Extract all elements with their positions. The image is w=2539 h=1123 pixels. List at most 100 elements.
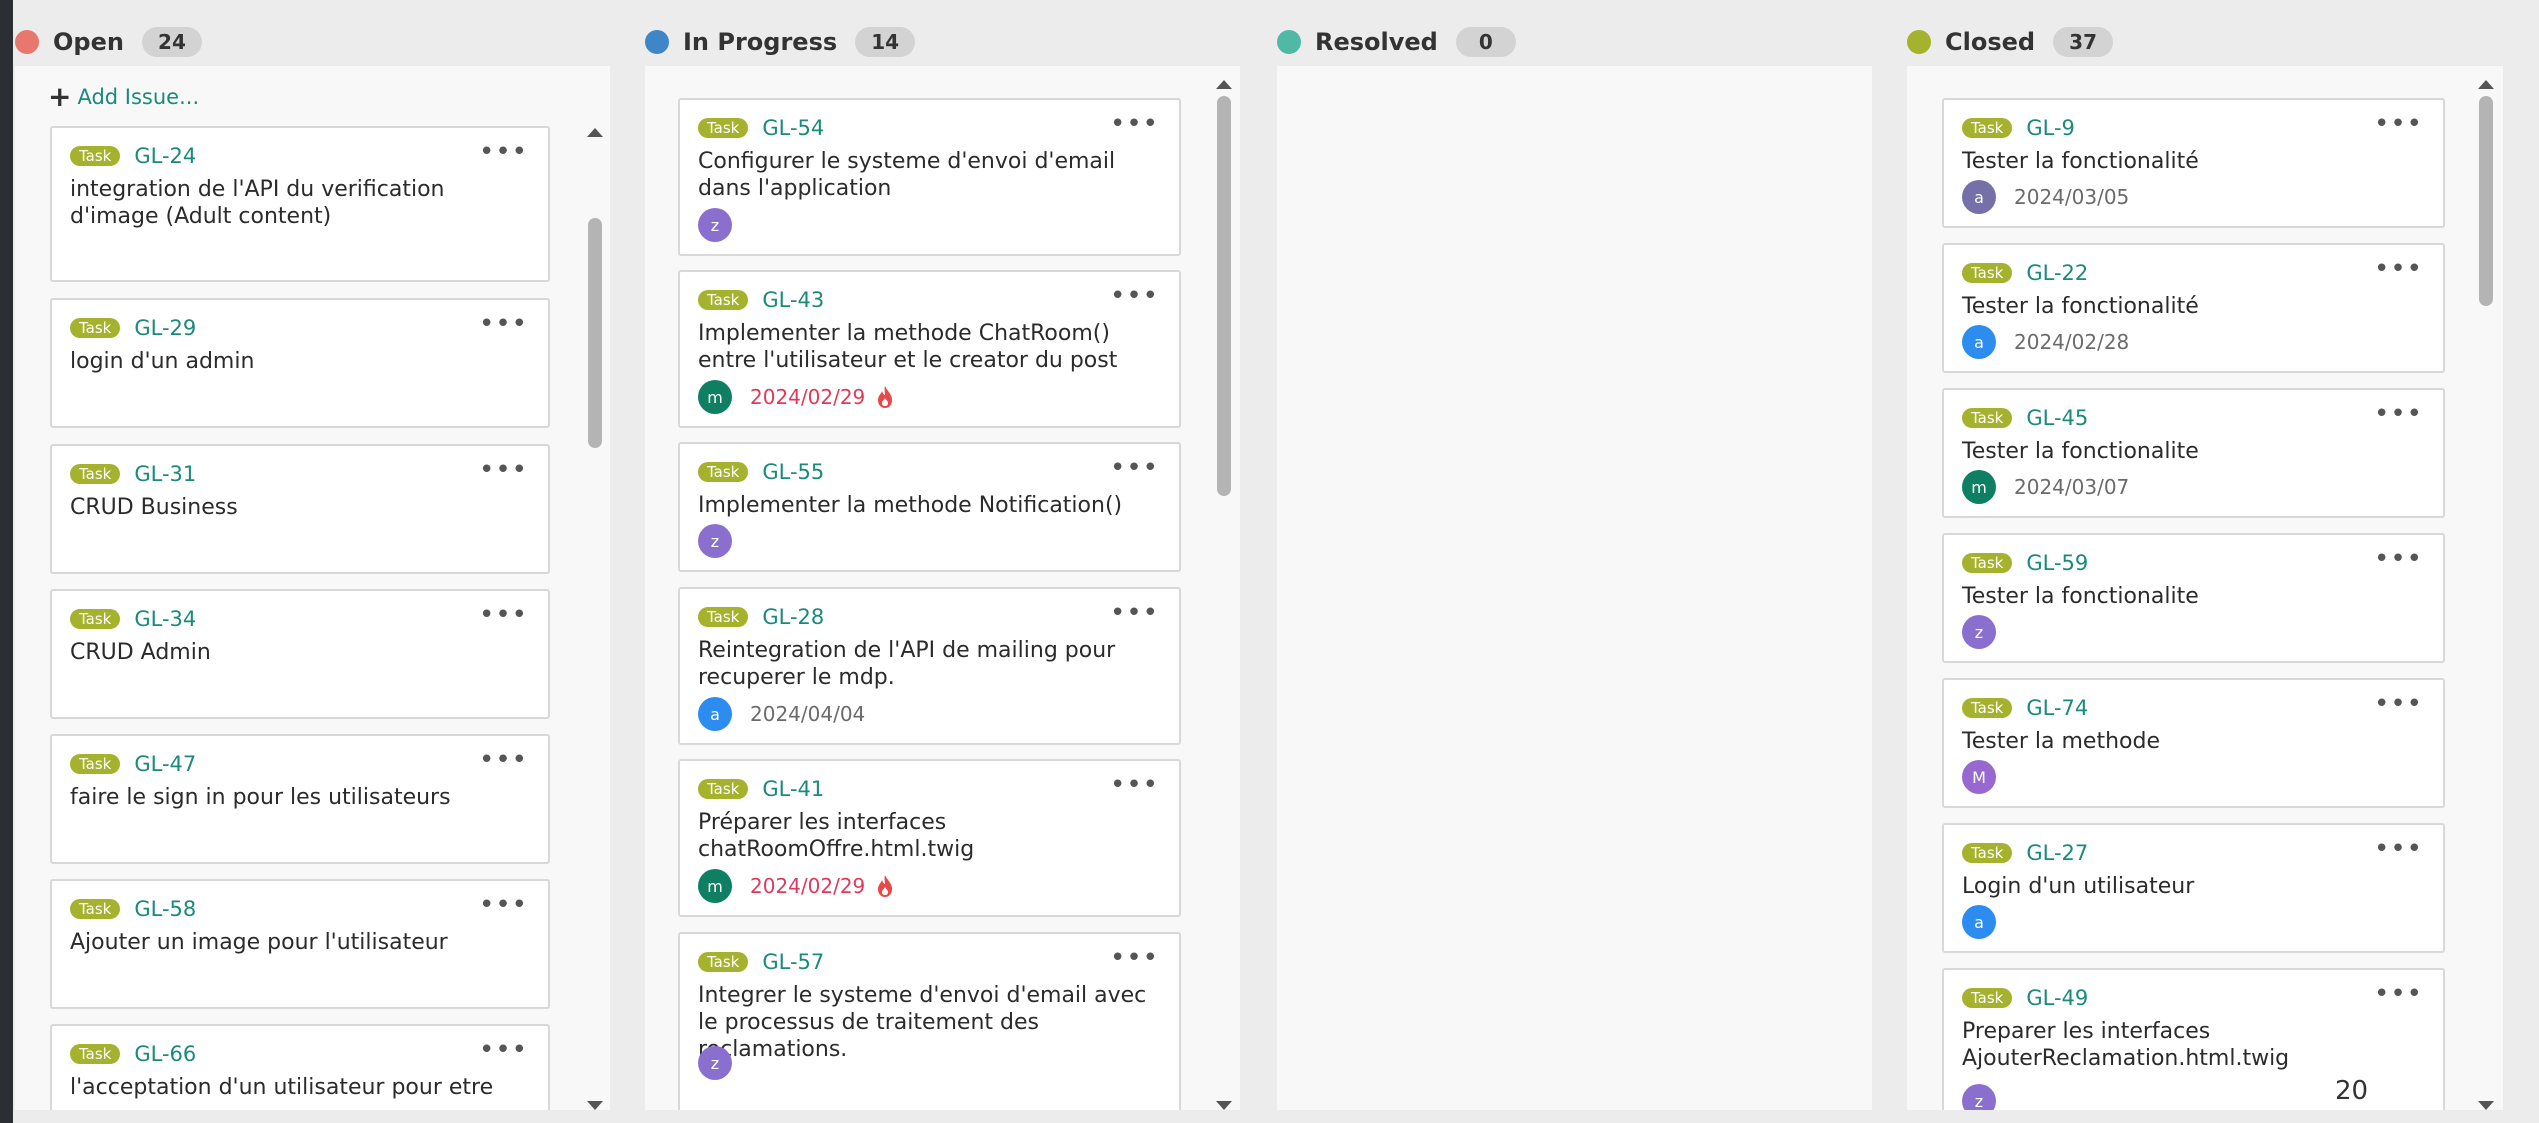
scrollbar[interactable] [1216, 80, 1232, 1110]
issue-key[interactable]: GL-74 [2026, 696, 2088, 720]
issue-card[interactable]: Task GL-24 ••• integration de l'API du ve… [50, 126, 550, 282]
task-tag: Task [698, 779, 749, 799]
scroll-down-icon[interactable] [1216, 1101, 1232, 1110]
more-options-icon[interactable]: ••• [479, 892, 528, 918]
column-header-resolved[interactable]: Resolved 0 [1277, 22, 1516, 62]
column-header-open[interactable]: Open 24 [15, 22, 202, 62]
page-number: 20 [2335, 1076, 2369, 1106]
issue-card[interactable]: Task GL-58 ••• Ajouter un image pour l'ut… [50, 879, 550, 1009]
due-date: 2024/03/07 [2014, 475, 2130, 499]
more-options-icon[interactable]: ••• [479, 747, 528, 773]
column-header-in-progress[interactable]: In Progress 14 [645, 22, 916, 62]
more-options-icon[interactable]: ••• [2374, 981, 2423, 1007]
issue-key[interactable]: GL-45 [2026, 406, 2088, 430]
more-options-icon[interactable]: ••• [2374, 836, 2423, 862]
issue-card[interactable]: Task GL-59 ••• Tester la fonctionalite z [1942, 533, 2445, 663]
issue-card[interactable]: Task GL-57 ••• Integrer le systeme d'envo… [678, 932, 1181, 1110]
issue-key[interactable]: GL-24 [134, 144, 196, 168]
issue-key[interactable]: GL-34 [134, 607, 196, 631]
scroll-thumb[interactable] [2479, 96, 2493, 306]
more-options-icon[interactable]: ••• [1110, 283, 1159, 309]
more-options-icon[interactable]: ••• [1110, 111, 1159, 137]
column-header-closed[interactable]: Closed 37 [1907, 22, 2114, 62]
issue-card[interactable]: Task GL-45 ••• Tester la fonctionalite m … [1942, 388, 2445, 518]
issue-card[interactable]: Task GL-55 ••• Implementer la methode Not… [678, 442, 1181, 572]
more-options-icon[interactable]: ••• [2374, 546, 2423, 572]
avatar[interactable]: M [1962, 760, 1996, 794]
issue-card[interactable]: Task GL-22 ••• Tester la fonctionalité a … [1942, 243, 2445, 373]
issue-key[interactable]: GL-28 [762, 605, 824, 629]
more-options-icon[interactable]: ••• [479, 602, 528, 628]
avatar[interactable]: m [1962, 470, 1996, 504]
issue-card[interactable]: Task GL-43 ••• Implementer la methode Cha… [678, 270, 1181, 428]
task-tag: Task [1962, 843, 2013, 863]
issue-key[interactable]: GL-22 [2026, 261, 2088, 285]
issue-card[interactable]: Task GL-31 ••• CRUD Business [50, 444, 550, 574]
issue-key[interactable]: GL-55 [762, 460, 824, 484]
scroll-down-icon[interactable] [2478, 1101, 2494, 1110]
column-in-progress: Task GL-54 ••• Configurer le systeme d'en… [645, 66, 1240, 1110]
issue-key[interactable]: GL-27 [2026, 841, 2088, 865]
issue-card[interactable]: Task GL-54 ••• Configurer le systeme d'en… [678, 98, 1181, 256]
issue-key[interactable]: GL-43 [762, 288, 824, 312]
more-options-icon[interactable]: ••• [479, 311, 528, 337]
issue-card[interactable]: Task GL-41 ••• Préparer les interfaces ch… [678, 759, 1181, 917]
issue-key[interactable]: GL-9 [2026, 116, 2075, 140]
task-tag: Task [698, 290, 749, 310]
avatar[interactable]: m [698, 869, 732, 903]
issue-card[interactable]: Task GL-34 ••• CRUD Admin [50, 589, 550, 719]
issue-card[interactable]: Task GL-27 ••• Login d'un utilisateur a [1942, 823, 2445, 953]
issue-title: Integrer le systeme d'envoi d'email avec… [698, 983, 1147, 1062]
issue-key[interactable]: GL-49 [2026, 986, 2088, 1010]
scroll-up-icon[interactable] [587, 128, 603, 137]
avatar[interactable]: a [1962, 325, 1996, 359]
issue-card[interactable]: Task GL-74 ••• Tester la methode M [1942, 678, 2445, 808]
avatar[interactable]: z [698, 1046, 732, 1080]
issue-key[interactable]: GL-58 [134, 897, 196, 921]
avatar[interactable]: a [698, 697, 732, 731]
scrollbar[interactable] [587, 128, 603, 1110]
issue-key[interactable]: GL-41 [762, 777, 824, 801]
more-options-icon[interactable]: ••• [2374, 691, 2423, 717]
avatar[interactable]: z [698, 208, 732, 242]
scrollbar[interactable] [2478, 80, 2494, 1110]
more-options-icon[interactable]: ••• [479, 139, 528, 165]
issue-card[interactable]: Task GL-49 ••• Preparer les interfaces Aj… [1942, 968, 2445, 1110]
avatar[interactable]: z [1962, 615, 1996, 649]
issue-key[interactable]: GL-47 [134, 752, 196, 776]
more-options-icon[interactable]: ••• [1110, 455, 1159, 481]
more-options-icon[interactable]: ••• [479, 457, 528, 483]
issue-key[interactable]: GL-54 [762, 116, 824, 140]
fire-icon [878, 386, 893, 408]
avatar[interactable]: z [698, 524, 732, 558]
avatar[interactable]: a [1962, 905, 1996, 939]
avatar[interactable]: z [1962, 1084, 1996, 1110]
more-options-icon[interactable]: ••• [2374, 111, 2423, 137]
scroll-down-icon[interactable] [587, 1101, 603, 1110]
scroll-up-icon[interactable] [2478, 80, 2494, 89]
issue-key[interactable]: GL-57 [762, 950, 824, 974]
scroll-thumb[interactable] [588, 218, 602, 448]
issue-key[interactable]: GL-31 [134, 462, 196, 486]
issue-card[interactable]: Task GL-29 ••• login d'un admin [50, 298, 550, 428]
scroll-up-icon[interactable] [1216, 80, 1232, 89]
issue-card[interactable]: Task GL-47 ••• faire le sign in pour les … [50, 734, 550, 864]
issue-key[interactable]: GL-29 [134, 316, 196, 340]
avatar[interactable]: m [698, 380, 732, 414]
more-options-icon[interactable]: ••• [1110, 600, 1159, 626]
more-options-icon[interactable]: ••• [2374, 256, 2423, 282]
scroll-thumb[interactable] [1217, 96, 1231, 496]
more-options-icon[interactable]: ••• [1110, 945, 1159, 971]
more-options-icon[interactable]: ••• [479, 1037, 528, 1063]
issue-card[interactable]: Task GL-66 ••• l'acceptation d'un utilisa… [50, 1024, 550, 1110]
more-options-icon[interactable]: ••• [1110, 772, 1159, 798]
avatar[interactable]: a [1962, 180, 1996, 214]
issue-title: login d'un admin [70, 349, 255, 374]
issue-card[interactable]: Task GL-28 ••• Reintegration de l'API de … [678, 587, 1181, 745]
issue-title: Tester la fonctionalité [1962, 149, 2199, 174]
issue-card[interactable]: Task GL-9 ••• Tester la fonctionalité a 2… [1942, 98, 2445, 228]
more-options-icon[interactable]: ••• [2374, 401, 2423, 427]
issue-key[interactable]: GL-59 [2026, 551, 2088, 575]
issue-key[interactable]: GL-66 [134, 1042, 196, 1066]
add-issue-button[interactable]: + Add Issue... [48, 80, 199, 113]
